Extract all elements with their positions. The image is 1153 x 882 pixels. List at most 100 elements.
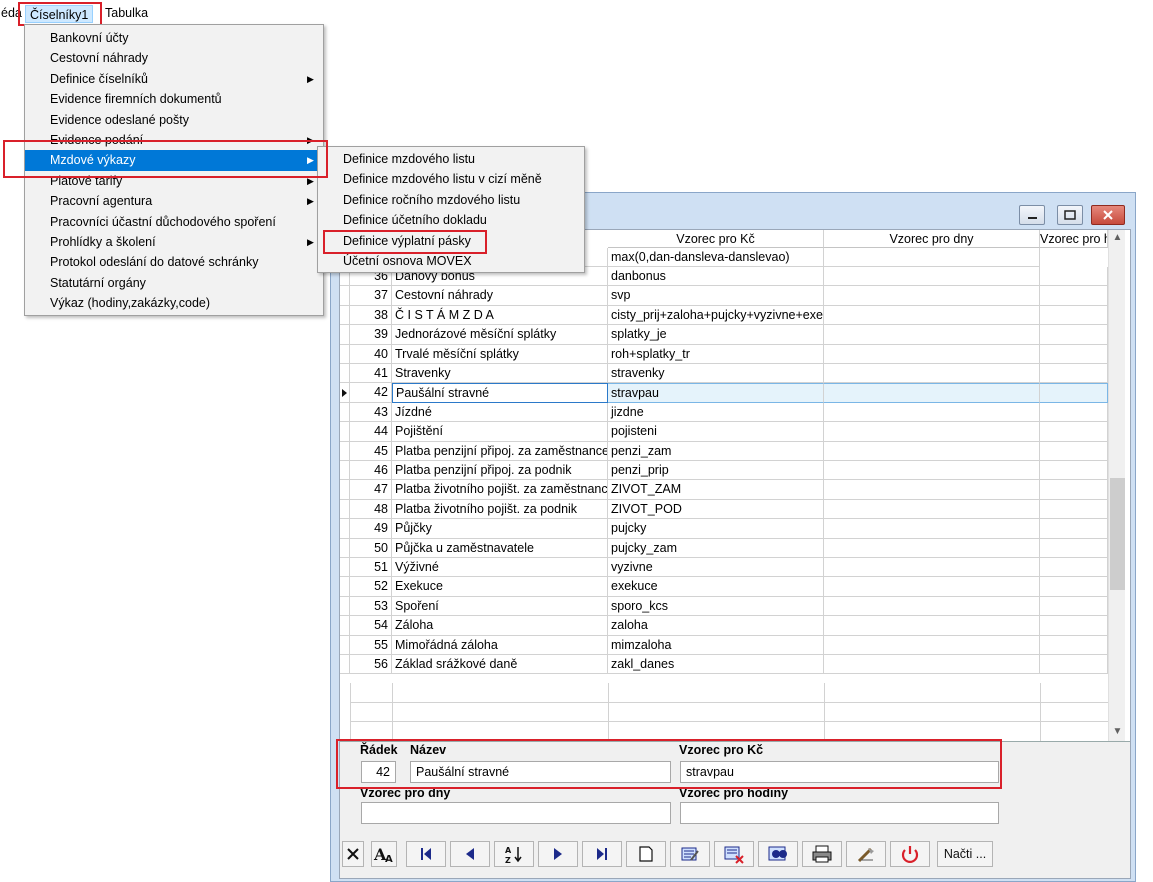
grid-cell-name[interactable]: Jednorázové měsíční splátky — [392, 325, 608, 345]
header-vzorec-hodiny[interactable]: Vzorec pro h — [1040, 230, 1108, 248]
menu-item[interactable]: Statutární orgány — [25, 273, 323, 293]
grid-cell-name[interactable]: Exekuce — [392, 577, 608, 597]
grid-cell-number[interactable]: 43 — [350, 402, 392, 423]
grid-cell-number[interactable]: 39 — [350, 325, 392, 345]
menu-napoveda-partial[interactable]: éda — [0, 4, 26, 22]
grid-cell-number[interactable]: 42 — [350, 383, 392, 403]
minimize-button[interactable] — [1019, 205, 1045, 225]
grid-cell-hodiny[interactable] — [1040, 267, 1108, 287]
grid-cell-formula[interactable]: svp — [608, 286, 824, 306]
grid-cell-formula[interactable]: danbonus — [608, 267, 824, 287]
menu-item[interactable]: Mzdové výkazy ▶ — [25, 150, 323, 171]
grid-cell-number[interactable]: 53 — [350, 596, 392, 617]
row-indicator[interactable] — [340, 422, 350, 442]
vzorec-kc-field[interactable]: stravpau — [680, 761, 999, 783]
grid-cell-dny[interactable] — [824, 267, 1040, 287]
menu-item[interactable]: Pracovníci účastní důchodového spoření — [25, 212, 323, 232]
grid-cell-formula[interactable]: penzi_zam — [608, 441, 824, 461]
last-record-icon[interactable] — [582, 841, 622, 867]
nazev-field[interactable]: Paušální stravné — [410, 761, 671, 783]
submenu-item[interactable]: Definice mzdového listu — [318, 149, 584, 169]
submenu-item[interactable]: Definice výplatní pásky — [318, 231, 584, 251]
grid-cell-hodiny[interactable] — [1040, 499, 1108, 520]
grid-cell-dny[interactable] — [824, 325, 1040, 345]
grid-cell-dny[interactable] — [824, 499, 1040, 520]
grid-cell-number[interactable]: 56 — [350, 655, 392, 675]
grid-cell-dny[interactable] — [824, 383, 1040, 403]
find-record-icon[interactable] — [758, 841, 798, 867]
grid-cell-hodiny[interactable] — [1040, 422, 1108, 442]
scroll-thumb[interactable] — [1110, 478, 1125, 590]
grid-cell-dny[interactable] — [824, 364, 1040, 384]
menu-item[interactable]: Platové tarify ▶ — [25, 171, 323, 191]
menu-tabulka[interactable]: Tabulka — [101, 4, 152, 22]
grid-cell-number[interactable]: 46 — [350, 461, 392, 481]
grid-cell-dny[interactable] — [824, 596, 1040, 617]
menu-ciselniky[interactable]: Číselníky1 — [25, 5, 94, 23]
header-vzorec-dny[interactable]: Vzorec pro dny — [824, 230, 1040, 248]
grid-cell-formula[interactable]: zaloha — [608, 616, 824, 636]
row-indicator[interactable] — [340, 325, 350, 345]
scroll-up-icon[interactable]: ▲ — [1109, 230, 1126, 246]
row-indicator[interactable] — [340, 402, 350, 423]
grid-cell-formula[interactable]: pujcky_zam — [608, 538, 824, 558]
grid-cell-hodiny[interactable] — [1040, 577, 1108, 597]
grid-cell-name[interactable]: Cestovní náhrady — [392, 286, 608, 306]
close-button[interactable] — [1091, 205, 1125, 225]
maximize-button[interactable] — [1057, 205, 1083, 225]
grid-cell-name[interactable]: Mimořádná záloha — [392, 635, 608, 655]
grid-cell-dny[interactable] — [824, 577, 1040, 597]
grid-cell-number[interactable]: 44 — [350, 422, 392, 442]
vzorec-dny-field[interactable] — [361, 802, 671, 824]
row-indicator[interactable] — [340, 558, 350, 578]
grid-cell-hodiny[interactable] — [1040, 364, 1108, 384]
grid-cell-hodiny[interactable] — [1040, 558, 1108, 578]
grid-cell-name[interactable]: Pojištění — [392, 422, 608, 442]
menu-item[interactable]: Protokol odeslání do datové schránky — [25, 252, 323, 272]
grid-cell-hodiny[interactable] — [1040, 480, 1108, 500]
row-indicator[interactable] — [340, 344, 350, 364]
menu-item[interactable]: Definice číselníků ▶ — [25, 69, 323, 89]
row-indicator[interactable] — [340, 364, 350, 384]
current-row-indicator-icon[interactable] — [340, 383, 350, 403]
menu-item[interactable]: Cestovní náhrady — [25, 48, 323, 68]
grid-cell-dny[interactable] — [824, 616, 1040, 636]
grid-cell-hodiny[interactable] — [1040, 538, 1108, 558]
grid-cell-hodiny[interactable] — [1040, 305, 1108, 326]
grid-cell-dny[interactable] — [824, 635, 1040, 655]
grid-cell-formula[interactable]: stravpau — [608, 383, 824, 403]
grid-cell-name[interactable]: Platba životního pojišt. za zaměstnance — [392, 480, 608, 500]
grid-cell-number[interactable]: 51 — [350, 558, 392, 578]
font-icon[interactable]: AA — [371, 841, 397, 867]
grid-cell-name[interactable]: Č I S T Á M Z D A — [392, 305, 608, 326]
grid-cell-formula[interactable]: ZIVOT_POD — [608, 499, 824, 520]
row-indicator[interactable] — [340, 635, 350, 655]
grid-cell-hodiny[interactable] — [1040, 519, 1108, 539]
grid-cell-dny[interactable] — [824, 655, 1040, 675]
grid-cell-number[interactable]: 49 — [350, 519, 392, 539]
submenu-item[interactable]: Účetní osnova MOVEX — [318, 251, 584, 271]
row-indicator[interactable] — [340, 596, 350, 617]
grid-cell-dny[interactable] — [824, 344, 1040, 364]
grid-cell-name[interactable]: Platba penzijní připoj. za zaměstnance — [392, 441, 608, 461]
grid-cell-number[interactable]: 50 — [350, 538, 392, 558]
row-indicator[interactable] — [340, 286, 350, 306]
first-record-icon[interactable] — [406, 841, 446, 867]
grid-cell-formula[interactable]: cisty_prij+zaloha+pujcky+vyzivne+exe — [608, 305, 824, 326]
grid-cell-hodiny[interactable] — [1040, 402, 1108, 423]
grid-cell-formula[interactable]: pojisteni — [608, 422, 824, 442]
nacti-button[interactable]: Načti ... — [937, 841, 993, 867]
grid-cell-dny[interactable] — [824, 480, 1040, 500]
grid-cell-dny[interactable] — [824, 422, 1040, 442]
row-indicator[interactable] — [340, 538, 350, 558]
row-indicator[interactable] — [340, 461, 350, 481]
grid-cell-name[interactable]: Platba penzijní připoj. za podnik — [392, 461, 608, 481]
grid-cell-name[interactable]: Půjčka u zaměstnavatele — [392, 538, 608, 558]
grid-cell-hodiny[interactable] — [1040, 441, 1108, 461]
grid-cell-formula[interactable]: stravenky — [608, 364, 824, 384]
submenu-item[interactable]: Definice ročního mzdového listu — [318, 190, 584, 210]
grid-cell-number[interactable]: 54 — [350, 616, 392, 636]
grid-cell-hodiny[interactable] — [1040, 616, 1108, 636]
grid-cell-name[interactable]: Výživné — [392, 558, 608, 578]
grid-cell-formula[interactable]: penzi_prip — [608, 461, 824, 481]
